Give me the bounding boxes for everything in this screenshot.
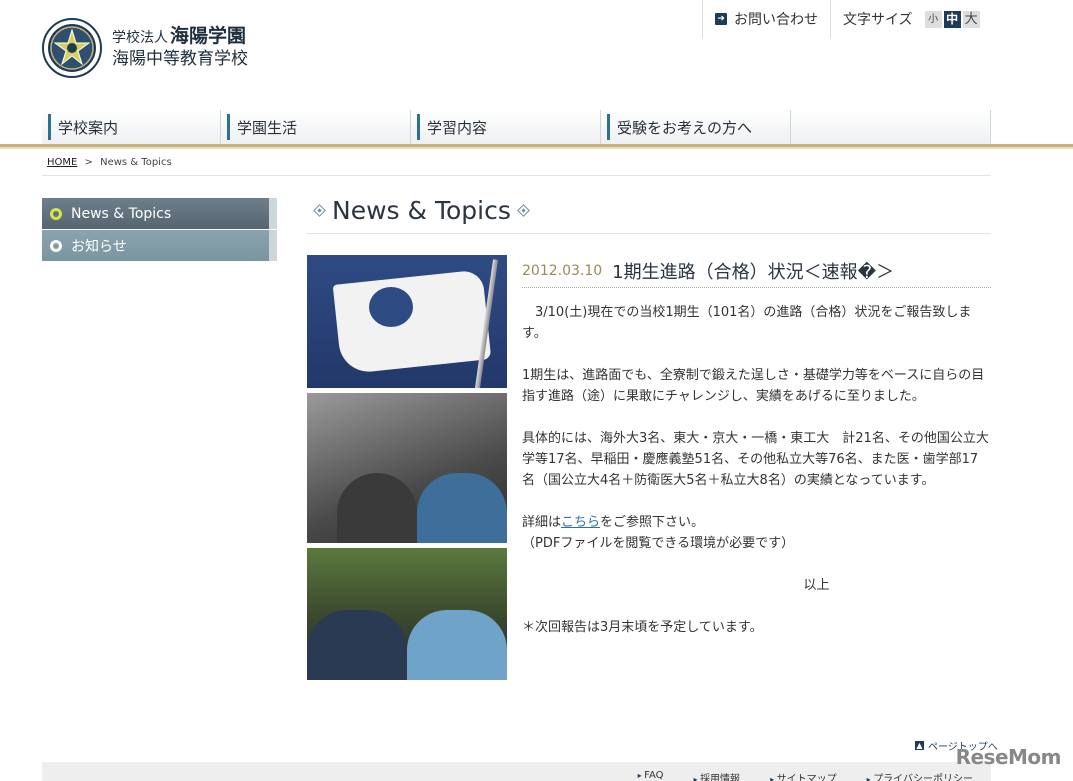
closing-mark: 以上 — [803, 578, 830, 593]
breadcrumb-current: News & Topics — [100, 157, 172, 168]
gnav-item-admissions[interactable]: 受験をお考えの方へ — [601, 110, 791, 144]
diamond-ornament-icon — [516, 204, 530, 217]
gnav-item-curriculum[interactable]: 学習内容 — [411, 110, 601, 144]
font-size-small-button[interactable]: 小 — [924, 10, 942, 28]
title-divider — [307, 233, 991, 234]
site-logo[interactable]: 学校法人 海陽学園 海陽中等教育学校 — [42, 12, 248, 84]
page-title: News & Topics — [307, 196, 536, 225]
font-size-switcher: 文字サイズ 小 中 大 — [830, 0, 980, 38]
gnav-label: 学習内容 — [427, 118, 488, 137]
gnav-divider-shadow — [0, 147, 1073, 149]
article-body: 3/10(土)現在での当校1期生（101名）の進路（合格）状況をご報告致します。… — [522, 302, 991, 638]
gnav-label: 学校案内 — [58, 118, 119, 137]
bullet-ring-icon — [50, 239, 62, 252]
side-nav-item-notices[interactable]: お知らせ — [42, 230, 277, 261]
logo-school-name: 海陽中等教育学校 — [112, 49, 248, 70]
gnav-label: 受験をお考えの方へ — [617, 118, 753, 137]
footer-link-recruit[interactable]: 採用情報 — [694, 770, 740, 781]
breadcrumb-divider — [42, 175, 991, 176]
article-paragraph-details: 詳細はこちらをご参照下さい。 — [522, 512, 991, 533]
article-paragraph: 具体的には、海外大3名、東大・京大・一橋・東工大 計21名、その他国公立大学等1… — [522, 431, 989, 488]
footer: FAQ 採用情報 サイトマップ プライバシーポリシー — [42, 762, 991, 781]
diamond-ornament-icon — [313, 204, 326, 217]
logo-prefix: 学校法人 — [112, 30, 168, 47]
utility-nav: ➜ お問い合わせ 文字サイズ 小 中 大 — [702, 0, 980, 38]
flag-emblem — [369, 287, 413, 327]
gnav-item-about[interactable]: 学校案内 — [42, 110, 221, 144]
details-pdf-link[interactable]: こちら — [561, 515, 600, 530]
article-paragraph: 3/10(土)現在での当校1期生（101名）の進路（合格）状況をご報告致します。 — [522, 305, 972, 341]
side-nav-label: お知らせ — [71, 238, 127, 255]
details-suffix: をご参照下さい。 — [600, 515, 705, 530]
university-gate-photo — [307, 393, 507, 543]
article-title: 1期生進路（合格）状況＜速報�＞ — [612, 262, 895, 283]
side-nav-label: News & Topics — [71, 205, 172, 222]
breadcrumb-separator: > — [84, 157, 93, 168]
footer-link-privacy[interactable]: プライバシーポリシー — [867, 770, 973, 781]
gnav-spacer — [791, 110, 991, 144]
arrow-right-icon: ➜ — [715, 13, 727, 25]
logo-name-line: 学校法人 海陽学園 — [112, 25, 248, 48]
next-report-note: ＊次回報告は3月末頃を予定しています。 — [522, 620, 763, 635]
footer-nav: FAQ 採用情報 サイトマップ プライバシーポリシー — [608, 770, 973, 781]
footer-link-faq[interactable]: FAQ — [638, 770, 663, 781]
students-photo — [307, 548, 507, 680]
flag-photo — [307, 255, 507, 388]
details-prefix: 詳細は — [522, 515, 562, 530]
pdf-note: （PDFファイルを閲覧できる環境が必要です） — [522, 536, 795, 551]
side-nav: News & Topics お知らせ — [42, 198, 277, 262]
side-nav-item-news-topics[interactable]: News & Topics — [42, 198, 277, 229]
article-photos — [307, 255, 507, 685]
logo-corporation-name: 海陽学園 — [170, 25, 247, 48]
breadcrumb: HOME > News & Topics — [47, 157, 172, 168]
gnav-item-school-life[interactable]: 学園生活 — [221, 110, 411, 144]
article-header: 2012.03.10 1期生進路（合格）状況＜速報�＞ — [522, 255, 991, 288]
global-nav: 学校案内 学園生活 学習内容 受験をお考えの方へ — [42, 110, 991, 144]
photo-figure — [407, 610, 507, 680]
arrow-up-icon: ▲ — [915, 741, 924, 750]
article-date: 2012.03.10 — [522, 263, 603, 279]
bullet-ring-icon — [50, 207, 62, 220]
font-size-medium-button[interactable]: 中 — [943, 10, 961, 28]
gnav-label: 学園生活 — [237, 118, 298, 137]
page-title-text: News & Topics — [332, 196, 511, 225]
article-paragraph: 1期生は、進路面でも、全寮制で鍛えた逞しさ・基礎学力等をベースに自らの目指す進路… — [522, 368, 985, 404]
watermark-logo: ReseMom — [955, 745, 1062, 769]
font-size-label: 文字サイズ — [843, 12, 913, 28]
font-size-large-button[interactable]: 大 — [962, 10, 980, 28]
contact-link[interactable]: ➜ お問い合わせ — [702, 0, 830, 38]
photo-figure — [307, 610, 407, 680]
contact-label: お問い合わせ — [734, 12, 818, 28]
school-seal-icon — [42, 18, 102, 78]
breadcrumb-home-link[interactable]: HOME — [47, 157, 77, 168]
photo-figure — [417, 473, 507, 543]
footer-link-sitemap[interactable]: サイトマップ — [770, 770, 837, 781]
photo-figure — [337, 473, 417, 543]
flag-shape — [332, 269, 492, 375]
